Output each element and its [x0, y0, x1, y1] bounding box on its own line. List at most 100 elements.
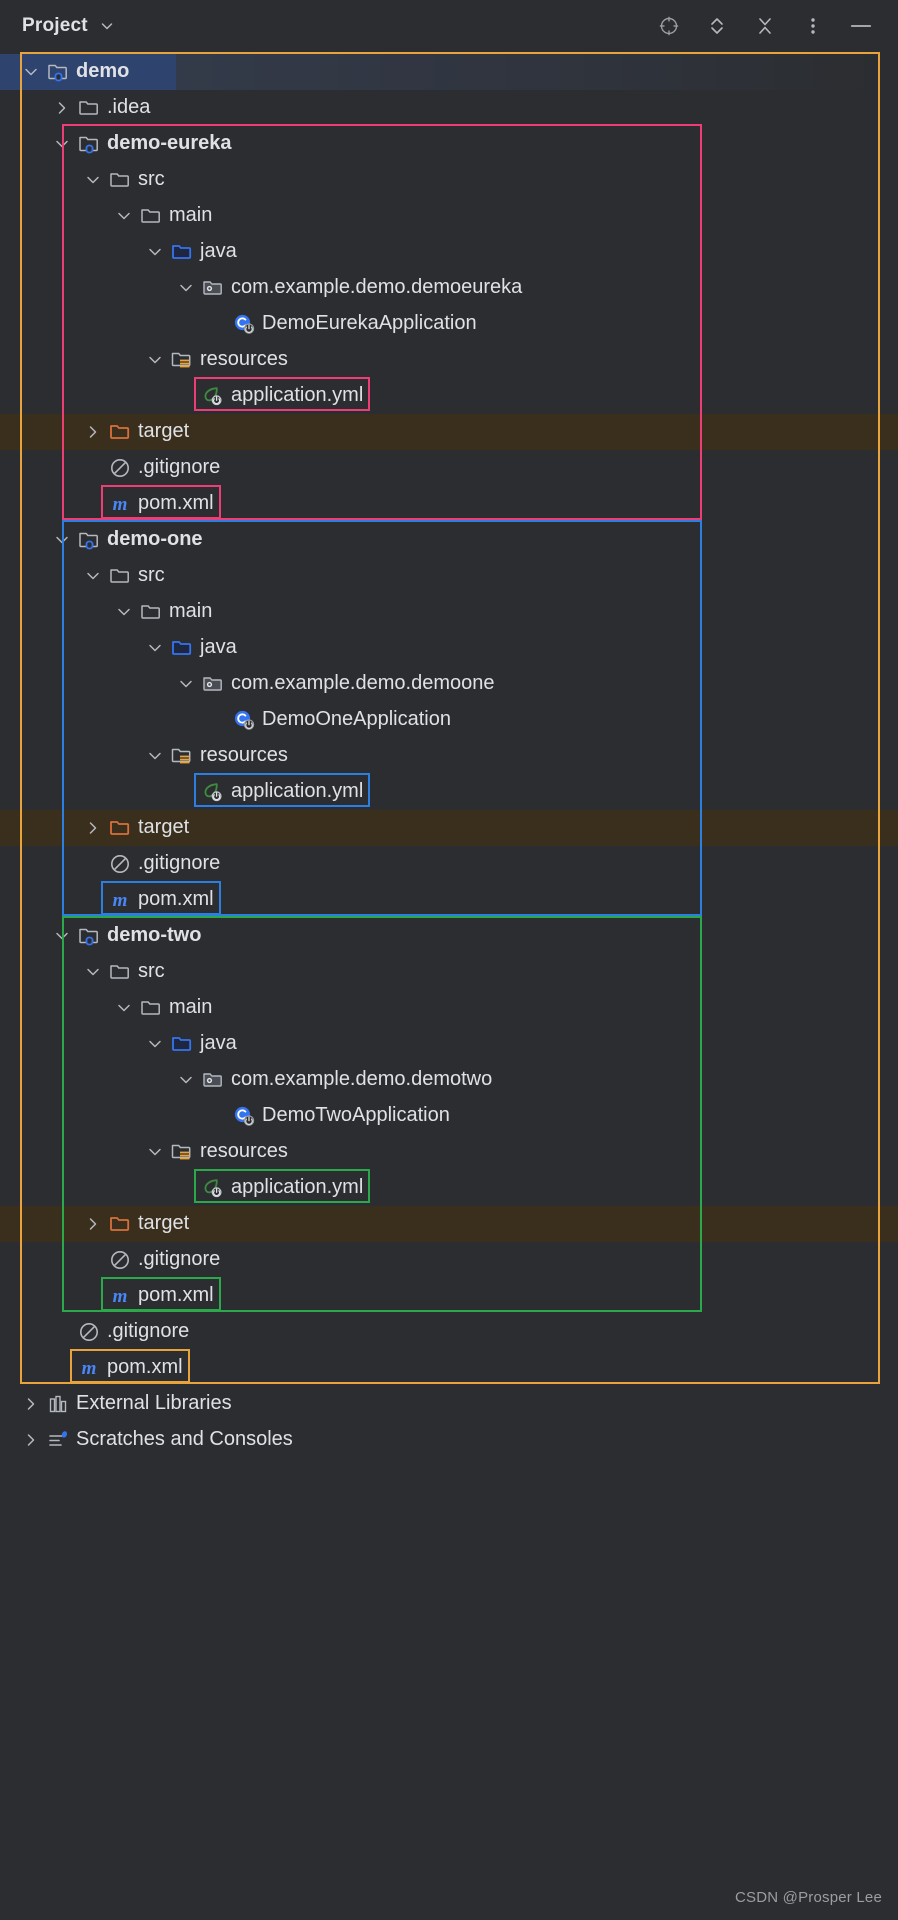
- chevron-down-icon[interactable]: [99, 18, 115, 34]
- tree-item-label: Scratches and Consoles: [76, 1428, 293, 1450]
- spring-leaf-icon: [200, 779, 226, 805]
- tree-row-one-yml[interactable]: application.yml: [0, 774, 898, 810]
- tree-row-one-pkg[interactable]: com.example.demo.demoone: [0, 666, 898, 702]
- tree-item-label: DemoEurekaApplication: [262, 312, 477, 334]
- chevron-up-down-icon[interactable]: [704, 13, 730, 39]
- chevron-down-icon[interactable]: [144, 241, 166, 263]
- tree-item-label: resources: [200, 1140, 288, 1162]
- svg-text:m: m: [113, 494, 128, 515]
- chevron-down-icon[interactable]: [51, 925, 73, 947]
- tree-row-eureka-src[interactable]: src: [0, 162, 898, 198]
- crosshair-target-icon[interactable]: [656, 13, 682, 39]
- chevron-right-icon[interactable]: [82, 1213, 104, 1235]
- tree-row-two-target[interactable]: target: [0, 1206, 898, 1242]
- chevron-down-icon[interactable]: [175, 277, 197, 299]
- chevron-right-icon[interactable]: [20, 1393, 42, 1415]
- tree-row-two-main[interactable]: main: [0, 990, 898, 1026]
- tree-item-label: resources: [200, 348, 288, 370]
- tree-row-two-src[interactable]: src: [0, 954, 898, 990]
- tree-row-root-pom[interactable]: m pom.xml: [0, 1350, 898, 1386]
- tree-row-one-main[interactable]: main: [0, 594, 898, 630]
- project-title-button[interactable]: Project: [22, 15, 115, 37]
- collapse-all-icon[interactable]: [752, 13, 778, 39]
- chevron-down-icon[interactable]: [113, 997, 135, 1019]
- source-folder-icon: [169, 1031, 195, 1057]
- tree-row-one-pom[interactable]: m pom.xml: [0, 882, 898, 918]
- tree-row-scratches[interactable]: Scratches and Consoles: [0, 1422, 898, 1458]
- tree-row-eureka-yml[interactable]: application.yml: [0, 378, 898, 414]
- maven-icon: m: [107, 1283, 133, 1309]
- resource-folder-icon: [169, 1139, 195, 1165]
- tree-row-two-gitignore[interactable]: .gitignore: [0, 1242, 898, 1278]
- chevron-down-icon[interactable]: [82, 169, 104, 191]
- tree-row-one-java[interactable]: java: [0, 630, 898, 666]
- package-icon: [200, 275, 226, 301]
- project-tree[interactable]: demo .idea demo-eureka src main java com…: [0, 52, 898, 1458]
- tree-row-two-class[interactable]: DemoTwoApplication: [0, 1098, 898, 1134]
- tree-item-label: application.yml: [231, 780, 364, 802]
- tree-row-idea[interactable]: .idea: [0, 90, 898, 126]
- tree-row-eureka[interactable]: demo-eureka: [0, 126, 898, 162]
- tree-row-one-class[interactable]: DemoOneApplication: [0, 702, 898, 738]
- tree-row-eureka-res[interactable]: resources: [0, 342, 898, 378]
- tree-row-two-pkg[interactable]: com.example.demo.demotwo: [0, 1062, 898, 1098]
- vertical-dots-icon[interactable]: [800, 13, 826, 39]
- tree-item-label: pom.xml: [138, 492, 214, 514]
- chevron-right-icon[interactable]: [51, 97, 73, 119]
- tree-row-eureka-java[interactable]: java: [0, 234, 898, 270]
- tree-item-label: main: [169, 600, 213, 622]
- maven-icon: m: [107, 887, 133, 913]
- tree-row-eureka-gitignore[interactable]: .gitignore: [0, 450, 898, 486]
- chevron-down-icon[interactable]: [175, 1069, 197, 1091]
- chevron-down-icon[interactable]: [144, 1141, 166, 1163]
- minimize-dash-icon[interactable]: [848, 13, 874, 39]
- tree-item-label: src: [138, 564, 165, 586]
- chevron-right-icon[interactable]: [82, 817, 104, 839]
- chevron-down-icon[interactable]: [144, 745, 166, 767]
- tree-row-one-gitignore[interactable]: .gitignore: [0, 846, 898, 882]
- tree-row-ext-libs[interactable]: External Libraries: [0, 1386, 898, 1422]
- chevron-down-icon[interactable]: [144, 349, 166, 371]
- tree-item-label: demo: [76, 60, 130, 82]
- maven-icon: m: [76, 1355, 102, 1381]
- tree-row-two-pom[interactable]: m pom.xml: [0, 1278, 898, 1314]
- tree-row-one[interactable]: demo-one: [0, 522, 898, 558]
- chevron-down-icon[interactable]: [113, 601, 135, 623]
- folder-icon: [138, 995, 164, 1021]
- tree-row-eureka-main[interactable]: main: [0, 198, 898, 234]
- tree-item-label: .gitignore: [107, 1320, 190, 1342]
- svg-text:m: m: [113, 1286, 128, 1307]
- chevron-down-icon[interactable]: [113, 205, 135, 227]
- tree-item-label: .idea: [107, 96, 151, 118]
- tree-row-one-target[interactable]: target: [0, 810, 898, 846]
- chevron-down-icon[interactable]: [82, 565, 104, 587]
- tree-row-two-res[interactable]: resources: [0, 1134, 898, 1170]
- maven-icon: m: [107, 491, 133, 517]
- chevron-right-icon[interactable]: [20, 1429, 42, 1451]
- chevron-down-icon[interactable]: [82, 961, 104, 983]
- chevron-right-icon[interactable]: [82, 421, 104, 443]
- tree-row-two[interactable]: demo-two: [0, 918, 898, 954]
- folder-icon: [138, 203, 164, 229]
- tree-row-eureka-class[interactable]: DemoEurekaApplication: [0, 306, 898, 342]
- tree-row-one-res[interactable]: resources: [0, 738, 898, 774]
- chevron-down-icon[interactable]: [144, 637, 166, 659]
- chevron-down-icon[interactable]: [144, 1033, 166, 1055]
- tree-item-label: demo-eureka: [107, 132, 232, 154]
- chevron-down-icon[interactable]: [51, 133, 73, 155]
- tree-row-two-java[interactable]: java: [0, 1026, 898, 1062]
- tree-row-eureka-target[interactable]: target: [0, 414, 898, 450]
- tree-item-label: java: [200, 636, 237, 658]
- tree-item-label: .gitignore: [138, 456, 221, 478]
- chevron-down-icon[interactable]: [175, 673, 197, 695]
- tree-row-one-src[interactable]: src: [0, 558, 898, 594]
- module-folder-icon: [76, 527, 102, 553]
- gitignore-icon: [107, 455, 133, 481]
- tree-row-eureka-pom[interactable]: m pom.xml: [0, 486, 898, 522]
- chevron-down-icon[interactable]: [20, 61, 42, 83]
- tree-row-eureka-pkg[interactable]: com.example.demo.demoeureka: [0, 270, 898, 306]
- chevron-down-icon[interactable]: [51, 529, 73, 551]
- tree-row-demo[interactable]: demo: [0, 54, 898, 90]
- tree-row-root-gitignore[interactable]: .gitignore: [0, 1314, 898, 1350]
- tree-row-two-yml[interactable]: application.yml: [0, 1170, 898, 1206]
